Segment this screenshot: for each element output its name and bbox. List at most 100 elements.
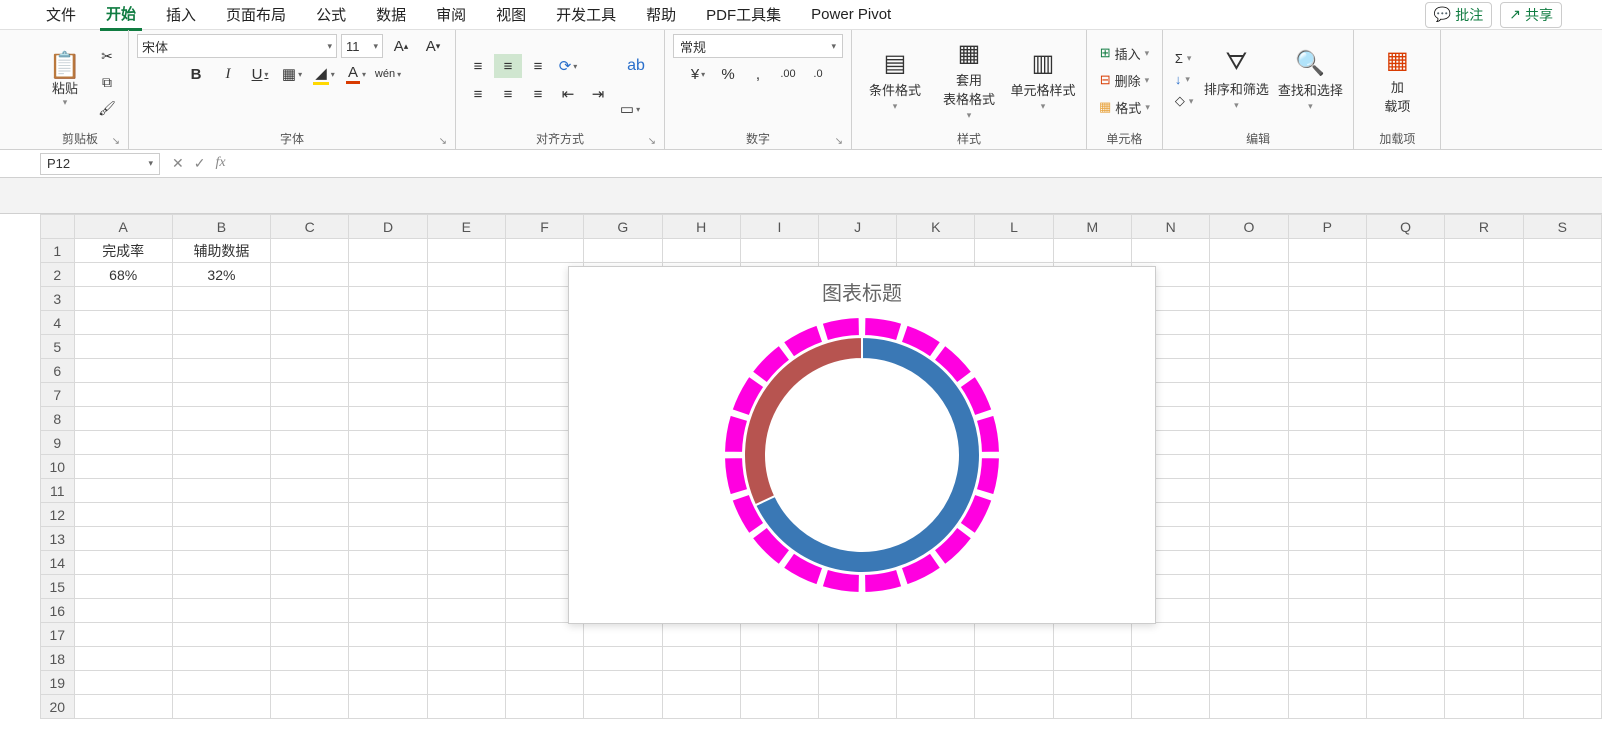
cell[interactable] <box>1210 527 1288 551</box>
phonetic-button[interactable]: wén <box>374 62 402 86</box>
cell[interactable] <box>1523 551 1601 575</box>
cell[interactable] <box>1366 599 1444 623</box>
cell[interactable] <box>584 239 662 263</box>
cell[interactable] <box>1210 239 1288 263</box>
cell[interactable] <box>1445 479 1523 503</box>
cell[interactable] <box>1288 455 1366 479</box>
cell[interactable] <box>1288 311 1366 335</box>
cell[interactable] <box>1053 695 1131 719</box>
cell[interactable] <box>1445 551 1523 575</box>
align-right-button[interactable]: ≡ <box>524 82 552 106</box>
column-header[interactable]: K <box>897 215 975 239</box>
chart-object[interactable]: 图表标题 <box>568 266 1156 624</box>
cell[interactable] <box>584 671 662 695</box>
cell[interactable] <box>897 647 975 671</box>
italic-button[interactable]: I <box>214 62 242 86</box>
cell[interactable] <box>662 647 740 671</box>
column-header[interactable]: M <box>1053 215 1131 239</box>
cell[interactable] <box>1288 239 1366 263</box>
cell[interactable] <box>1210 599 1288 623</box>
cell[interactable] <box>1445 647 1523 671</box>
cell[interactable] <box>271 311 349 335</box>
cell[interactable] <box>1288 527 1366 551</box>
cell[interactable] <box>349 551 427 575</box>
formula-input[interactable] <box>238 153 1602 175</box>
cell[interactable] <box>1523 503 1601 527</box>
cell[interactable] <box>1445 263 1523 287</box>
row-header[interactable]: 11 <box>41 479 75 503</box>
cell[interactable] <box>172 647 270 671</box>
name-box[interactable]: P12▾ <box>40 153 160 175</box>
merge-button[interactable]: ▭ <box>616 97 644 121</box>
cell[interactable] <box>74 455 172 479</box>
cell[interactable] <box>1053 239 1131 263</box>
cell[interactable] <box>172 455 270 479</box>
increase-indent-button[interactable]: ⇥ <box>584 82 612 106</box>
cell[interactable] <box>1210 359 1288 383</box>
cell[interactable] <box>897 239 975 263</box>
font-color-button[interactable]: A <box>342 62 370 86</box>
cell[interactable] <box>1523 407 1601 431</box>
cell[interactable] <box>1366 695 1444 719</box>
cell[interactable] <box>1288 431 1366 455</box>
cell[interactable] <box>427 647 505 671</box>
cell[interactable] <box>74 599 172 623</box>
copy-button[interactable]: ⧉ <box>94 71 120 93</box>
cell[interactable] <box>74 335 172 359</box>
cell[interactable] <box>1210 263 1288 287</box>
cell[interactable] <box>172 407 270 431</box>
row-header[interactable]: 9 <box>41 431 75 455</box>
column-header[interactable]: S <box>1523 215 1601 239</box>
cell[interactable] <box>1445 599 1523 623</box>
cell[interactable] <box>1132 647 1210 671</box>
chart-title[interactable]: 图表标题 <box>569 267 1155 310</box>
cell[interactable] <box>584 647 662 671</box>
cell[interactable] <box>1445 383 1523 407</box>
row-header[interactable]: 7 <box>41 383 75 407</box>
cell[interactable] <box>1445 239 1523 263</box>
column-header[interactable]: E <box>427 215 505 239</box>
cell[interactable] <box>1210 647 1288 671</box>
align-left-button[interactable]: ≡ <box>464 82 492 106</box>
cell[interactable] <box>349 479 427 503</box>
cell[interactable] <box>1053 623 1131 647</box>
cell[interactable] <box>1366 335 1444 359</box>
addins-button[interactable]: ▦ 加 载项 <box>1362 40 1432 120</box>
cell[interactable] <box>349 575 427 599</box>
cell[interactable] <box>975 623 1053 647</box>
cell[interactable] <box>740 239 818 263</box>
fx-icon[interactable]: fx <box>215 155 225 172</box>
cell[interactable] <box>172 575 270 599</box>
cell[interactable] <box>74 551 172 575</box>
cell[interactable] <box>740 671 818 695</box>
cell[interactable] <box>818 623 896 647</box>
cell[interactable] <box>1523 311 1601 335</box>
cell[interactable] <box>349 407 427 431</box>
cell[interactable] <box>172 479 270 503</box>
cell[interactable] <box>172 527 270 551</box>
cell[interactable] <box>349 359 427 383</box>
row-header[interactable]: 6 <box>41 359 75 383</box>
cell[interactable] <box>271 551 349 575</box>
cell[interactable] <box>975 695 1053 719</box>
cell[interactable] <box>349 503 427 527</box>
cell[interactable] <box>897 671 975 695</box>
cell[interactable] <box>1210 671 1288 695</box>
cell[interactable] <box>1445 575 1523 599</box>
conditional-format-button[interactable]: ▤ 条件格式 ▾ <box>860 40 930 120</box>
cell[interactable] <box>1445 335 1523 359</box>
increase-decimal-button[interactable]: .00 <box>774 62 802 86</box>
cell[interactable] <box>172 359 270 383</box>
cell[interactable] <box>662 623 740 647</box>
accounting-button[interactable]: ¥ <box>684 62 712 86</box>
cell[interactable] <box>897 695 975 719</box>
cell[interactable] <box>1523 527 1601 551</box>
cell[interactable] <box>172 431 270 455</box>
cell[interactable] <box>1523 599 1601 623</box>
cell[interactable] <box>172 551 270 575</box>
cell[interactable] <box>349 383 427 407</box>
cell[interactable] <box>1210 695 1288 719</box>
align-center-button[interactable]: ≡ <box>494 82 522 106</box>
cell[interactable] <box>1523 671 1601 695</box>
cell[interactable] <box>1366 407 1444 431</box>
